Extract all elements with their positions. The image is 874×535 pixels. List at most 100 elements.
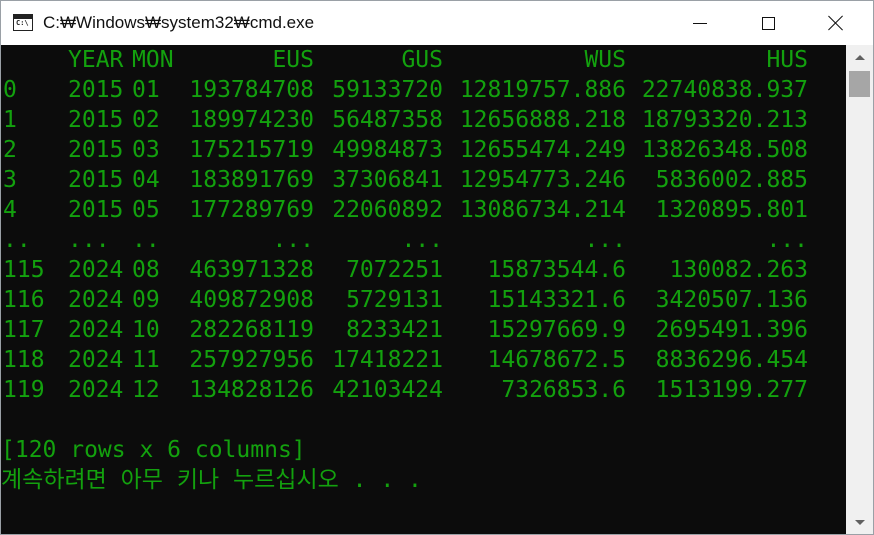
scroll-up-button[interactable] [846, 45, 873, 69]
window-title: C:₩Windows₩system32₩cmd.exe [43, 13, 315, 32]
row-hus: 130082.263 [669, 257, 808, 283]
row-mon: 11 [132, 347, 160, 373]
row-index: 0 [3, 77, 17, 103]
row-year: 2015 [68, 107, 124, 133]
row-index: 1 [3, 107, 17, 133]
table-row: 1 2015 02 189974230 56487358 12656888.218 1879… [1, 105, 846, 135]
row-gus: 5729131 [346, 287, 443, 313]
row-eus: 463971328 [189, 257, 314, 283]
vertical-scrollbar[interactable] [846, 45, 873, 534]
row-wus: 15297669.9 [487, 317, 626, 343]
scroll-thumb[interactable] [849, 71, 870, 97]
row-wus: 15143321.6 [487, 287, 626, 313]
row-eus: 257927956 [189, 347, 314, 373]
header-wus: WUS [584, 47, 626, 73]
row-year: 2024 [68, 287, 124, 313]
row-hus: 1513199.277 [655, 377, 808, 403]
row-hus: 22740838.937 [641, 77, 808, 103]
row-eus: ... [272, 227, 314, 253]
row-year: 2024 [68, 377, 124, 403]
row-hus: 5836002.885 [655, 167, 808, 193]
row-year: 2015 [68, 197, 124, 223]
row-eus: 189974230 [189, 107, 314, 133]
row-gus: 22060892 [332, 197, 443, 223]
row-mon: 10 [132, 317, 160, 343]
cmd-console-icon[interactable]: C:\ [13, 14, 33, 31]
row-mon: 03 [132, 137, 160, 163]
row-gus: 49984873 [332, 137, 443, 163]
arrow-down-icon [854, 519, 865, 525]
table-row: 2 2015 03 175215719 49984873 12655474.249 1382… [1, 135, 846, 165]
row-wus: 13086734.214 [459, 197, 626, 223]
header-mon: MON [132, 47, 174, 73]
row-year: 2015 [68, 167, 124, 193]
row-hus: 18793320.213 [641, 107, 808, 133]
row-year: 2024 [68, 317, 124, 343]
header-year: YEAR [68, 47, 124, 73]
row-mon: 08 [132, 257, 160, 283]
table-header-row: YEAR MON EUS GUS WUS HUS [1, 45, 846, 75]
row-hus: 13826348.508 [641, 137, 808, 163]
header-hus: HUS [766, 47, 808, 73]
maximize-icon [761, 16, 775, 30]
row-wus: 7326853.6 [501, 377, 626, 403]
row-index: 116 [3, 287, 45, 313]
row-wus: 15873544.6 [487, 257, 626, 283]
row-index: 119 [3, 377, 45, 403]
row-index: .. [3, 227, 31, 253]
table-row: 0 2015 01 193784708 59133720 12819757.886 2274… [1, 75, 846, 105]
row-wus: 14678672.5 [487, 347, 626, 373]
row-mon: .. [132, 227, 160, 253]
row-year: 2015 [68, 77, 124, 103]
table-row: 3 2015 04 183891769 37306841 12954773.246 5836… [1, 165, 846, 195]
close-button[interactable] [813, 1, 859, 45]
row-gus: 7072251 [346, 257, 443, 283]
scroll-down-button[interactable] [846, 510, 873, 534]
row-eus: 177289769 [189, 197, 314, 223]
row-mon: 04 [132, 167, 160, 193]
row-mon: 01 [132, 77, 160, 103]
row-gus: 17418221 [332, 347, 443, 373]
row-gus: ... [401, 227, 443, 253]
title-bar[interactable]: C:\ C:₩Windows₩system32₩cmd.exe [1, 1, 873, 45]
row-index: 118 [3, 347, 45, 373]
table-row: 116 2024 09 409872908 5729131 15143321.6 34205… [1, 285, 846, 315]
pause-prompt: 계속하려면 아무 키나 누르십시오 . . . [1, 467, 422, 493]
row-gus: 59133720 [332, 77, 443, 103]
row-hus: 2695491.396 [655, 317, 808, 343]
table-row: 118 2024 11 257927956 17418221 14678672.5 8836… [1, 345, 846, 375]
minimize-icon [693, 22, 707, 24]
row-year: 2024 [68, 347, 124, 373]
row-eus: 193784708 [189, 77, 314, 103]
table-row: 4 2015 05 177289769 22060892 13086734.214 1320… [1, 195, 846, 225]
row-gus: 56487358 [332, 107, 443, 133]
cmd-window: C:\ C:₩Windows₩system32₩cmd.exe YEAR MON… [0, 0, 874, 535]
table-row: 117 2024 10 282268119 8233421 15297669.9 26954… [1, 315, 846, 345]
table-row: ................... [1, 225, 846, 255]
row-index: 115 [3, 257, 45, 283]
row-mon: 02 [132, 107, 160, 133]
maximize-button[interactable] [745, 1, 791, 45]
row-index: 3 [3, 167, 17, 193]
row-wus: 12954773.246 [459, 167, 626, 193]
row-hus: 8836296.454 [655, 347, 808, 373]
row-hus: ... [766, 227, 808, 253]
row-hus: 3420507.136 [655, 287, 808, 313]
row-mon: 05 [132, 197, 160, 223]
row-year: 2015 [68, 137, 124, 163]
row-eus: 175215719 [189, 137, 314, 163]
row-index: 117 [3, 317, 45, 343]
minimize-button[interactable] [677, 1, 723, 45]
row-wus: 12656888.218 [459, 107, 626, 133]
row-wus: 12819757.886 [459, 77, 626, 103]
console-output[interactable]: YEAR MON EUS GUS WUS HUS 0 2015 01 19378470… [1, 45, 846, 534]
row-eus: 134828126 [189, 377, 314, 403]
arrow-up-icon [854, 54, 865, 60]
row-mon: 12 [132, 377, 160, 403]
row-year: ... [68, 227, 110, 253]
row-eus: 183891769 [189, 167, 314, 193]
row-wus: ... [584, 227, 626, 253]
row-eus: 282268119 [189, 317, 314, 343]
row-hus: 1320895.801 [655, 197, 808, 223]
row-index: 4 [3, 197, 17, 223]
